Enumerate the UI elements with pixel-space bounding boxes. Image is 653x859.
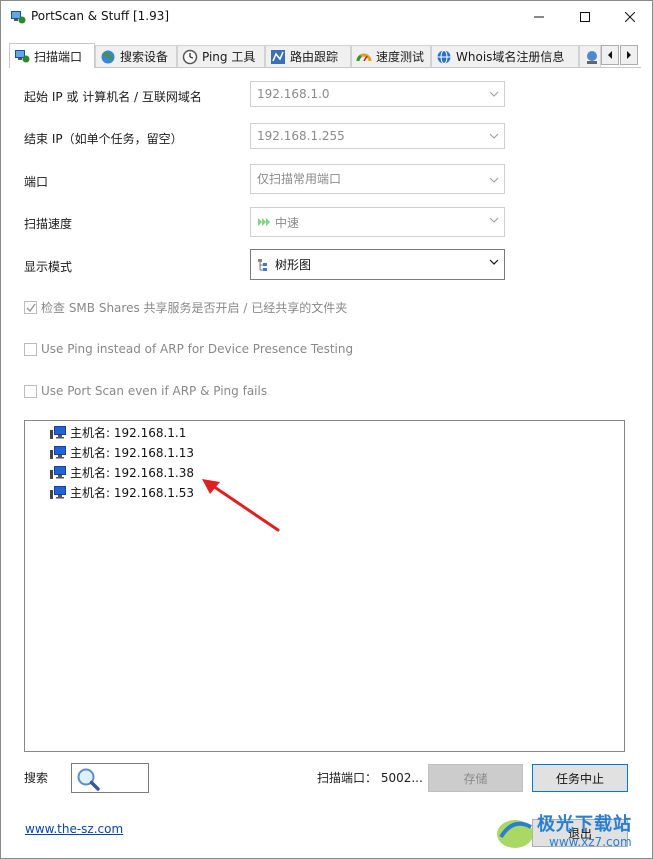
checkmark-icon (25, 303, 36, 312)
display-mode-combo[interactable]: 树形图 (250, 249, 505, 280)
tab-label: 速度测试 (376, 50, 425, 64)
tree-node-label: 主机名: 192.168.1.13 (70, 445, 195, 460)
maximize-button[interactable] (562, 1, 608, 33)
tree-node-label: 主机名: 192.168.1.1 (70, 425, 187, 440)
smb-checkbox-row[interactable]: 检查 SMB Shares 共享服务是否开启 / 已经共享的文件夹 (24, 299, 347, 316)
chevron-left-icon (608, 51, 612, 59)
portscan-checkbox-row[interactable]: Use Port Scan even if ARP & Ping fails (24, 384, 267, 398)
speed-combo[interactable]: 中速 (250, 207, 505, 237)
tab-more[interactable] (579, 45, 601, 67)
tab-label: Whois域名注册信息 (456, 50, 565, 64)
end-ip-label: 结束 IP（如单个任务，留空） (24, 132, 183, 146)
speed-value: 中速 (275, 215, 300, 230)
port-label: 端口 (24, 175, 49, 189)
tab-label: Ping 工具 (202, 50, 256, 64)
tree-node[interactable]: 主机名: 192.168.1.53 (50, 482, 194, 502)
smb-checkbox[interactable] (24, 301, 37, 314)
smb-checkbox-label: 检查 SMB Shares 共享服务是否开启 / 已经共享的文件夹 (41, 301, 348, 315)
computer-icon (50, 426, 66, 439)
scan-icon (15, 50, 30, 63)
tab-scan-ports[interactable]: 扫描端口 (9, 43, 95, 68)
tab-ping[interactable]: Ping 工具 (177, 45, 265, 67)
computer-icon (50, 466, 66, 479)
tab-search-devices[interactable]: 搜索设备 (95, 45, 177, 67)
chevron-down-icon (489, 259, 499, 265)
start-ip-combo[interactable]: 192.168.1.0 (250, 81, 505, 107)
start-ip-label: 起始 IP 或 计算机名 / 互联网域名 (24, 90, 202, 104)
portscan-checkbox[interactable] (24, 384, 37, 398)
tree-node-label: 主机名: 192.168.1.53 (70, 485, 195, 500)
watermark-url: www.xz7.com (549, 835, 632, 849)
tab-strip: 扫描端口 搜索设备 Ping 工具 路由跟踪 速度测试 Whois域名注册信息 (9, 43, 641, 68)
tab-speed-test[interactable]: 速度测试 (351, 45, 431, 67)
scan-status-text: 扫描端口： 5002... (317, 771, 423, 785)
port-value: 仅扫描常用端口 (257, 172, 342, 186)
ping-clock-icon (182, 49, 198, 64)
chevron-down-icon (489, 217, 499, 223)
chevron-down-icon (489, 177, 499, 183)
tree-node[interactable]: 主机名: 192.168.1.1 (50, 422, 186, 442)
minimize-button[interactable] (516, 1, 562, 33)
ping-checkbox[interactable] (24, 342, 37, 356)
whois-globe-icon (437, 49, 451, 64)
maximize-icon (580, 12, 590, 22)
tree-view-icon (258, 258, 267, 271)
ping-checkbox-label: Use Ping instead of ARP for Device Prese… (41, 342, 354, 356)
tab-scroll-right-button[interactable] (620, 45, 638, 65)
tab-scroll-left-button[interactable] (601, 45, 619, 65)
website-link[interactable]: www.the-sz.com (25, 822, 123, 836)
stop-task-button[interactable]: 任务中止 (532, 764, 628, 792)
annotation-arrow-icon (202, 479, 280, 532)
search-label: 搜索 (24, 771, 49, 785)
results-tree[interactable]: 主机名: 192.168.1.1 主机名: 192.168.1.13 主机名: … (24, 420, 625, 752)
port-combo[interactable]: 仅扫描常用端口 (250, 164, 505, 194)
title-bar: PortScan & Stuff [1.93] (1, 1, 652, 33)
globe-icon (101, 50, 115, 63)
search-icon (77, 768, 100, 791)
minimize-icon (534, 16, 544, 18)
close-button[interactable] (607, 1, 653, 33)
start-ip-value: 192.168.1.0 (257, 87, 330, 101)
ping-checkbox-row[interactable]: Use Ping instead of ARP for Device Prese… (24, 342, 353, 356)
tab-label: 扫描端口 (34, 49, 83, 64)
tree-node[interactable]: 主机名: 192.168.1.13 (50, 442, 194, 462)
portscan-checkbox-label: Use Port Scan even if ARP & Ping fails (41, 384, 268, 398)
computer-icon (50, 486, 66, 499)
speedometer-icon (356, 53, 372, 61)
display-mode-value: 树形图 (275, 258, 312, 272)
route-icon (271, 49, 285, 64)
chevron-right-icon (627, 51, 631, 59)
tab-whois[interactable]: Whois域名注册信息 (431, 45, 579, 67)
search-button[interactable] (71, 763, 149, 793)
app-icon (11, 11, 26, 24)
network-icon (587, 50, 597, 64)
watermark-title: 极光下载站 (537, 814, 632, 835)
end-ip-combo[interactable]: 192.168.1.255 (250, 123, 505, 149)
tab-label: 路由跟踪 (290, 50, 339, 64)
computer-icon (50, 446, 66, 459)
close-icon (625, 12, 635, 22)
window-title: PortScan & Stuff [1.93] (31, 9, 170, 23)
tree-node[interactable]: 主机名: 192.168.1.38 (50, 462, 194, 482)
speed-label: 扫描速度 (24, 217, 73, 231)
save-button[interactable]: 存储 (428, 764, 523, 792)
end-ip-value: 192.168.1.255 (257, 129, 345, 143)
display-mode-label: 显示模式 (24, 260, 73, 274)
app-window: PortScan & Stuff [1.93] 扫描端口 搜索设备 Ping 工… (0, 0, 653, 859)
tab-label: 搜索设备 (120, 50, 169, 64)
tab-traceroute[interactable]: 路由跟踪 (265, 45, 351, 67)
chevron-down-icon (489, 133, 499, 139)
chevron-down-icon (489, 91, 499, 97)
fast-forward-icon (258, 218, 270, 226)
tree-node-label: 主机名: 192.168.1.38 (70, 465, 195, 480)
